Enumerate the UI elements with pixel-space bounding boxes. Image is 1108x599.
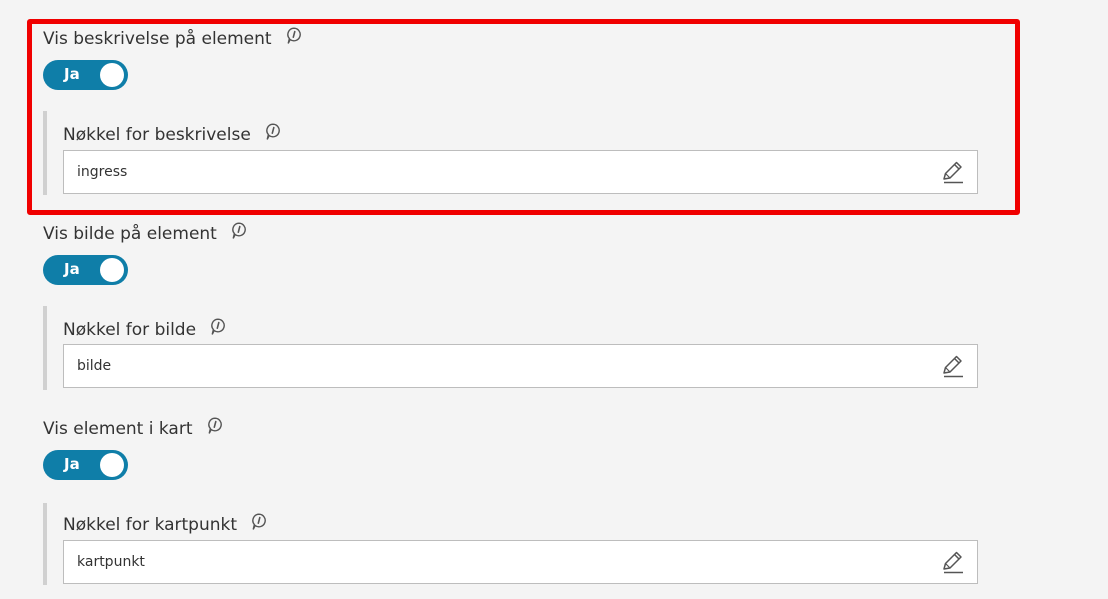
image-key-value[interactable]: bilde	[77, 358, 111, 374]
setting-show-image-label: Vis bilde på element	[43, 224, 217, 244]
info-icon[interactable]	[231, 222, 247, 240]
toggle-knob	[100, 453, 124, 477]
toggle-state-label: Ja	[64, 65, 80, 83]
description-key-input[interactable]: ingress	[63, 150, 978, 194]
toggle-state-label: Ja	[64, 455, 80, 473]
map-key-header: Nøkkel for kartpunkt	[63, 513, 987, 537]
setting-show-in-map-header: Vis element i kart	[43, 417, 983, 441]
map-key-label: Nøkkel for kartpunkt	[63, 515, 238, 535]
setting-show-in-map-label: Vis element i kart	[43, 419, 193, 439]
info-icon[interactable]	[207, 417, 223, 435]
toggle-knob	[100, 63, 124, 87]
map-key-input[interactable]: kartpunkt	[63, 540, 978, 584]
setting-show-description-header: Vis beskrivelse på element	[43, 27, 983, 51]
pencil-icon[interactable]	[939, 160, 965, 186]
description-key-value[interactable]: ingress	[77, 164, 127, 180]
info-icon[interactable]	[286, 27, 302, 45]
pencil-icon[interactable]	[939, 550, 965, 576]
map-key-value[interactable]: kartpunkt	[77, 554, 145, 570]
show-in-map-toggle[interactable]: Ja	[43, 450, 128, 480]
info-icon[interactable]	[210, 318, 226, 336]
setting-show-description-label: Vis beskrivelse på element	[43, 29, 272, 49]
setting-show-image: Vis bilde på element Ja Nøkkel for bilde…	[43, 222, 983, 390]
description-key-label: Nøkkel for beskrivelse	[63, 125, 251, 145]
show-description-toggle[interactable]: Ja	[43, 60, 128, 90]
setting-show-in-map: Vis element i kart Ja Nøkkel for kartpun…	[43, 417, 983, 585]
show-image-toggle[interactable]: Ja	[43, 255, 128, 285]
info-icon[interactable]	[251, 513, 267, 531]
image-key-input[interactable]: bilde	[63, 344, 978, 388]
setting-show-image-header: Vis bilde på element	[43, 222, 983, 246]
info-icon[interactable]	[265, 123, 281, 141]
setting-show-description: Vis beskrivelse på element Ja Nøkkel for…	[43, 27, 983, 195]
pencil-icon[interactable]	[939, 354, 965, 380]
description-key-header: Nøkkel for beskrivelse	[63, 123, 987, 147]
toggle-knob	[100, 258, 124, 282]
toggle-state-label: Ja	[64, 260, 80, 278]
image-key-header: Nøkkel for bilde	[63, 318, 987, 342]
image-key-label: Nøkkel for bilde	[63, 320, 197, 340]
